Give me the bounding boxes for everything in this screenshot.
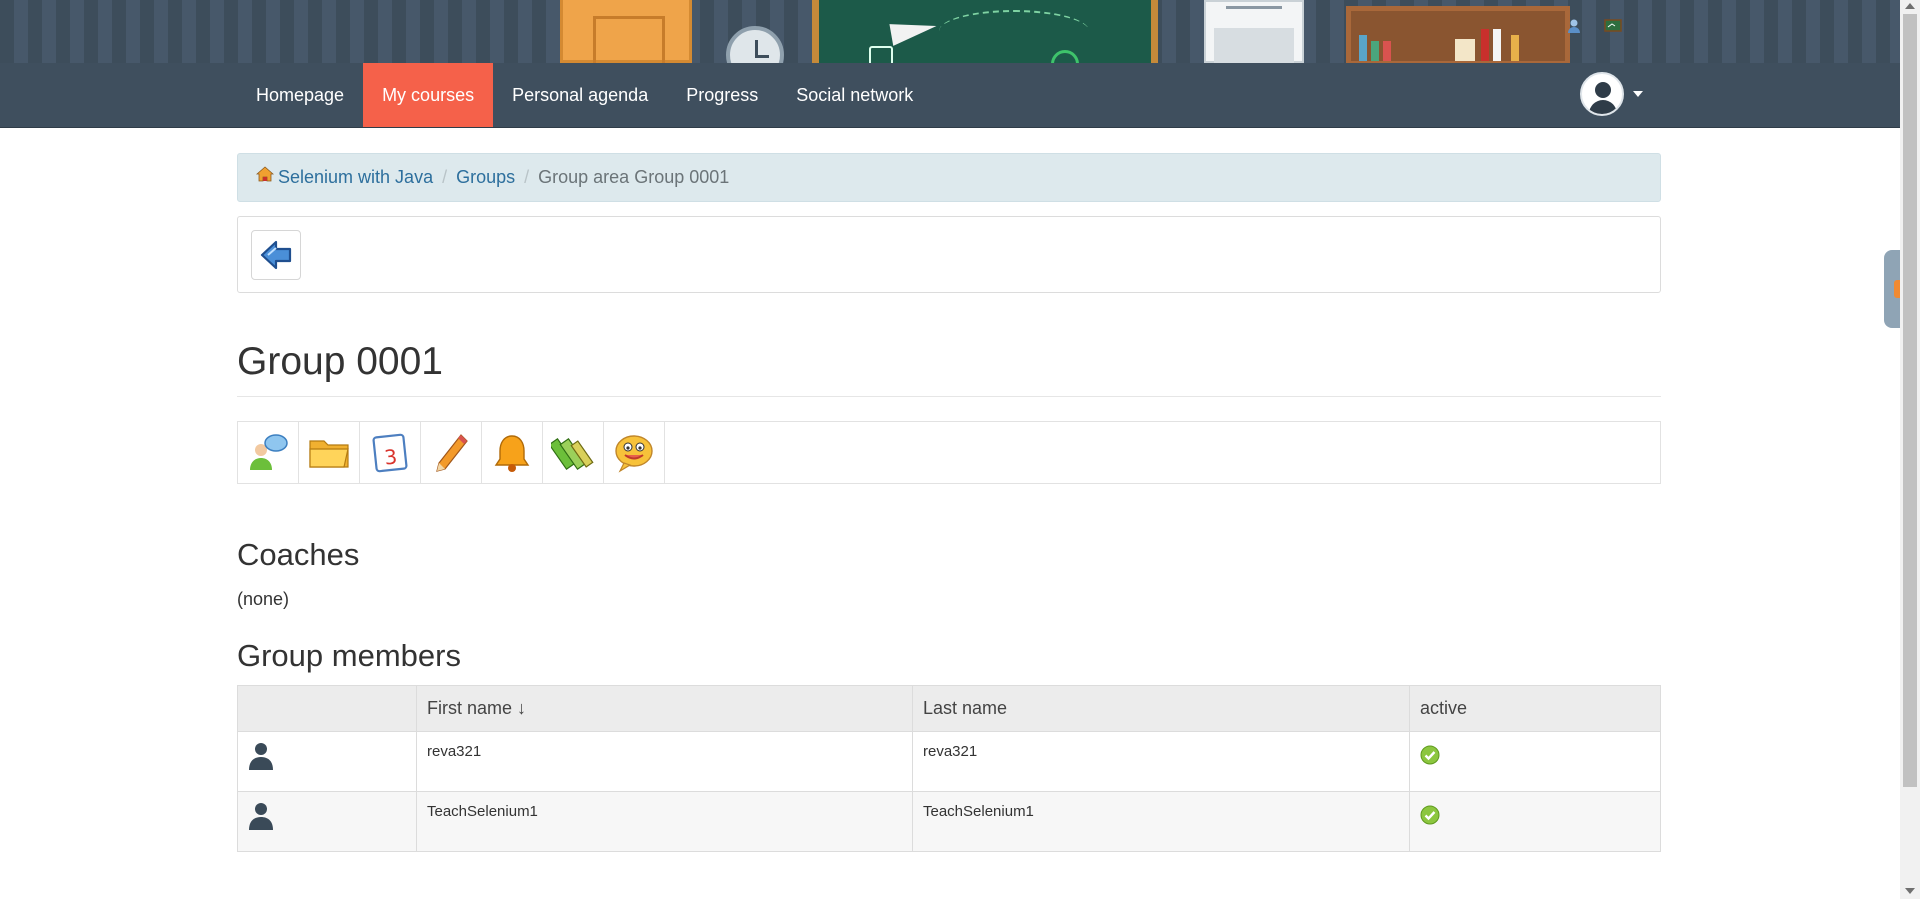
sort-down-arrow-icon[interactable]: ↓: [517, 698, 526, 718]
nav-item-progress[interactable]: Progress: [667, 63, 777, 127]
banner-bookshelf-illustration: [1346, 6, 1570, 63]
breadcrumb-current: Group area Group 0001: [538, 167, 730, 187]
user-silhouette-icon: [249, 803, 273, 830]
banner-clock-illustration: [726, 26, 784, 63]
user-menu-dropdown[interactable]: [1580, 72, 1643, 116]
members-tool-button[interactable]: [238, 422, 299, 483]
table-header-row: First name ↓ Last name active: [237, 685, 1661, 732]
scroll-down-arrow-icon[interactable]: [1905, 888, 1915, 894]
column-header-photo: [237, 685, 417, 732]
title-divider: [237, 396, 1661, 397]
pencil-tool-button[interactable]: [421, 422, 482, 483]
group-members-heading: Group members: [237, 638, 461, 673]
member-last-name: TeachSelenium1: [912, 791, 1410, 852]
chevron-down-icon[interactable]: [1633, 91, 1643, 97]
header-banner: [0, 0, 1900, 63]
breadcrumb-separator: /: [442, 167, 448, 187]
member-active-cell: [1409, 731, 1661, 792]
active-check-icon: [1420, 745, 1440, 765]
group-tools-bar: 3: [237, 421, 1661, 484]
nav-menu: Homepage My courses Personal agenda Prog…: [237, 63, 932, 127]
forum-smiley-icon: [615, 434, 653, 473]
back-arrow-icon: [260, 240, 292, 270]
first-name-header-label[interactable]: First name: [427, 698, 512, 718]
wiki-tool-button[interactable]: [543, 422, 604, 483]
members-icon: [250, 433, 288, 470]
documents-tool-button[interactable]: [299, 422, 360, 483]
user-silhouette-icon: [249, 743, 273, 770]
nav-item-my-courses[interactable]: My courses: [363, 63, 494, 127]
member-photo-cell: [237, 791, 417, 852]
wiki-notebooks-icon: [551, 437, 594, 470]
column-header-active[interactable]: active: [1409, 685, 1661, 732]
member-first-name: TeachSelenium1: [416, 791, 913, 852]
banner-cabinet-illustration: [1204, 0, 1304, 63]
nav-item-social-network[interactable]: Social network: [777, 63, 932, 127]
coaches-value: (none): [237, 589, 290, 609]
member-photo-cell: [237, 731, 417, 792]
back-button[interactable]: [251, 230, 301, 280]
chalkboard-icon[interactable]: [1604, 18, 1623, 34]
documents-folder-icon: [309, 439, 349, 468]
column-header-last-name[interactable]: Last name: [912, 685, 1410, 732]
pencil-icon: [436, 433, 468, 472]
forum-tool-button[interactable]: [604, 422, 665, 483]
action-toolbar: [237, 216, 1661, 293]
vertical-scrollbar[interactable]: [1900, 0, 1920, 899]
avatar[interactable]: [1580, 72, 1624, 116]
active-check-icon: [1420, 805, 1440, 825]
side-panel-toggle-tab[interactable]: [1884, 250, 1900, 328]
page-title: Group 0001: [237, 340, 443, 383]
svg-text:3: 3: [383, 444, 398, 469]
breadcrumb: Selenium with Java / Groups / Group area…: [237, 153, 1661, 202]
table-row: TeachSelenium1 TeachSelenium1: [237, 791, 1661, 852]
table-row: reva321 reva321: [237, 731, 1661, 792]
calendar-tool-button[interactable]: 3: [360, 422, 421, 483]
nav-item-homepage[interactable]: Homepage: [237, 63, 363, 127]
breadcrumb-link-groups[interactable]: Groups: [456, 167, 515, 188]
main-navbar: Homepage My courses Personal agenda Prog…: [0, 63, 1900, 128]
announcements-tool-button[interactable]: [482, 422, 543, 483]
member-active-cell: [1409, 791, 1661, 852]
user-profile-icon[interactable]: [1566, 18, 1582, 34]
scroll-up-arrow-icon[interactable]: [1905, 3, 1915, 9]
home-icon[interactable]: [256, 165, 274, 182]
breadcrumb-link-course[interactable]: Selenium with Java: [278, 167, 433, 188]
banner-chalkboard-illustration: [812, 0, 1158, 63]
calendar-icon: 3: [372, 433, 408, 472]
column-header-first-name[interactable]: First name ↓: [416, 685, 913, 732]
coaches-heading: Coaches: [237, 537, 360, 572]
member-first-name: reva321: [416, 731, 913, 792]
banner-door-illustration: [560, 0, 692, 63]
members-table: First name ↓ Last name active reva321 re…: [237, 685, 1661, 852]
nav-item-personal-agenda[interactable]: Personal agenda: [493, 63, 667, 127]
scrollbar-thumb[interactable]: [1903, 14, 1917, 787]
breadcrumb-separator: /: [524, 167, 530, 187]
announcements-bell-icon: [494, 434, 530, 472]
member-last-name: reva321: [912, 731, 1410, 792]
